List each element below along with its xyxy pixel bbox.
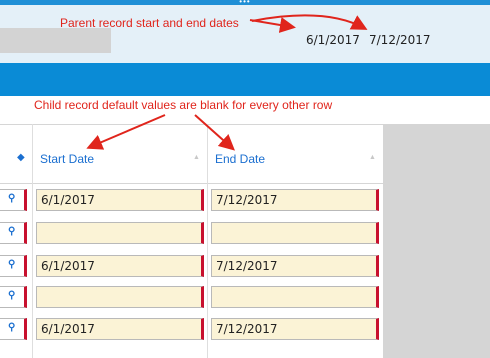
search-icon: ⚲ (8, 193, 16, 204)
start-date-field[interactable] (36, 286, 204, 308)
side-panel (383, 124, 490, 358)
column-header-start-date[interactable]: Start Date (40, 152, 94, 166)
search-icon: ⚲ (8, 322, 16, 333)
annotation-child-defaults: Child record default values are blank fo… (34, 98, 333, 112)
parent-start-date: 6/1/2017 (306, 33, 360, 47)
column-divider (207, 124, 208, 358)
start-date-field[interactable]: 6/1/2017 (36, 189, 204, 211)
search-icon: ⚲ (8, 259, 16, 270)
end-date-field[interactable] (211, 222, 379, 244)
end-date-field[interactable]: 7/12/2017 (211, 318, 379, 340)
end-date-field[interactable] (211, 286, 379, 308)
start-date-field[interactable]: 6/1/2017 (36, 318, 204, 340)
section-toolbar (0, 63, 490, 96)
lookup-button[interactable]: ⚲ (0, 286, 27, 308)
lookup-button[interactable]: ⚲ (0, 318, 27, 340)
end-date-field[interactable]: 7/12/2017 (211, 189, 379, 211)
parent-record-thumbnail (0, 28, 111, 53)
start-date-field[interactable] (36, 222, 204, 244)
column-header-end-date[interactable]: End Date (215, 152, 265, 166)
lookup-button[interactable]: ⚲ (0, 222, 27, 244)
start-date-field[interactable]: 6/1/2017 (36, 255, 204, 277)
parent-end-date: 7/12/2017 (369, 33, 431, 47)
end-date-field[interactable]: 7/12/2017 (211, 255, 379, 277)
lookup-button[interactable]: ⚲ (0, 255, 27, 277)
annotation-parent-dates: Parent record start and end dates (60, 16, 239, 30)
sort-indicator-icon[interactable]: ▲ (369, 154, 376, 161)
column-divider (32, 124, 33, 358)
sort-icon[interactable]: ◆ (17, 152, 25, 163)
lookup-button[interactable]: ⚲ (0, 189, 27, 211)
search-icon: ⚲ (8, 226, 16, 237)
sort-indicator-icon[interactable]: ▲ (193, 154, 200, 161)
search-icon: ⚲ (8, 290, 16, 301)
